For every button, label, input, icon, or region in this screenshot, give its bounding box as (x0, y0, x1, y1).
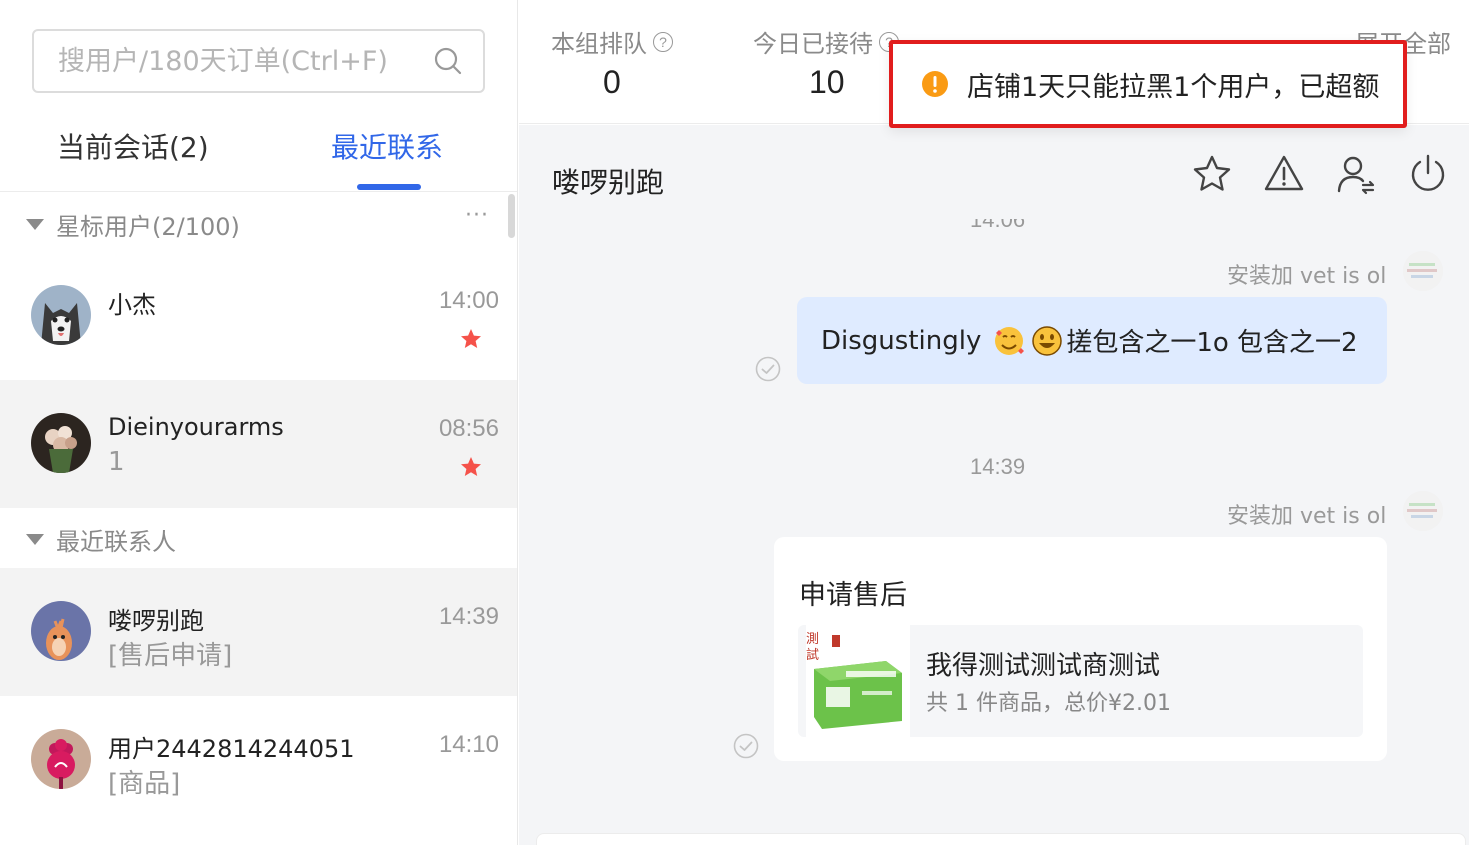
group-label: 星标用户(2/100) (56, 212, 240, 241)
warning-circle-icon (922, 71, 948, 97)
grinning-emoji-icon (1032, 325, 1063, 356)
avatar (31, 729, 91, 789)
stat-queue-value: 0 (603, 64, 621, 100)
conversation-item[interactable]: 喽啰别跑 [售后申请] 14:39 (0, 568, 517, 696)
star-icon[interactable] (459, 327, 483, 351)
avatar (31, 413, 91, 473)
star-outline-icon[interactable] (1191, 153, 1233, 195)
group-label: 最近联系人 (56, 527, 176, 556)
conversation-item[interactable]: Dieinyourarms 1 08:56 (0, 380, 517, 508)
tab-recent-contacts[interactable]: 最近联系 (331, 126, 443, 166)
last-message: [售后申请] (108, 641, 233, 671)
contact-name: 喽啰别跑 (108, 607, 204, 635)
search-box[interactable] (32, 29, 485, 93)
collapse-triangle-icon (26, 533, 44, 545)
card-title: 申请售后 (799, 580, 907, 611)
after-sale-request-card[interactable]: 申请售后 測試 我得测试测试商测试 共 1 件商品，总价¥2.01 (774, 537, 1387, 761)
avatar (31, 601, 91, 661)
error-toast: 店铺1天只能拉黑1个用户，已超额 (889, 40, 1407, 128)
sender-name: 安装加 vet is ol (1227, 504, 1387, 529)
message-time: 14:10 (438, 731, 499, 758)
group-recent-contacts[interactable]: 最近联系人 (0, 508, 517, 570)
active-tab-indicator (357, 184, 421, 190)
message-input-area[interactable] (536, 833, 1466, 845)
product-name: 我得测试测试商测试 (926, 651, 1161, 681)
warning-report-icon[interactable] (1263, 153, 1305, 195)
stat-label-text: 今日已接待 (753, 30, 873, 58)
contact-name: 用户2442814244051 (108, 735, 355, 763)
search-input[interactable] (58, 45, 433, 77)
star-icon[interactable] (459, 455, 483, 479)
sender-name: 安装加 vet is ol (1227, 264, 1387, 289)
message-timestamp: 14:06 (970, 219, 1026, 232)
avatar (31, 285, 91, 345)
message-timestamp: 14:39 (970, 454, 1026, 479)
svg-text:測: 測 (806, 632, 819, 647)
chat-title: 喽啰别跑 (552, 166, 665, 199)
read-check-icon (755, 356, 781, 382)
product-summary: 共 1 件商品，总价¥2.01 (926, 691, 1171, 716)
toast-message: 店铺1天只能拉黑1个用户，已超额 (967, 71, 1380, 103)
product-thumbnail: 測試 (806, 625, 910, 737)
more-options-icon[interactable]: ··· (465, 203, 489, 228)
message-text: 搓包含之一1o 包含之一2 (1066, 328, 1358, 358)
contact-name: 小杰 (108, 291, 156, 319)
message-time: 08:56 (438, 415, 499, 442)
agent-avatar (1403, 491, 1443, 531)
chat-panel: 喽啰别跑 14:06 安装加 vet is ol Disgustingly 搓包… (519, 125, 1469, 845)
stat-received-value: 10 (809, 64, 845, 100)
conversation-item[interactable]: 小杰 14:00 (0, 252, 517, 380)
message-time: 14:00 (438, 287, 499, 314)
transfer-user-icon[interactable] (1335, 153, 1377, 195)
svg-text:試: 試 (806, 647, 819, 663)
collapse-triangle-icon (26, 218, 44, 230)
search-icon[interactable] (433, 46, 463, 76)
conversation-sidebar: 当前会话(2) 最近联系 星标用户(2/100) ··· 小杰 14:00 Di… (0, 0, 518, 845)
group-starred-users[interactable]: 星标用户(2/100) ··· (0, 193, 517, 255)
chat-actions (1191, 153, 1449, 195)
sidebar-scrollbar[interactable] (508, 194, 515, 238)
last-message: [商品] (108, 769, 181, 799)
clipped-timestamp-area: 14:06 (519, 219, 1469, 237)
conversation-tabs: 当前会话(2) 最近联系 (0, 110, 517, 192)
conversation-item[interactable]: 用户2442814244051 [商品] 14:10 (0, 696, 517, 824)
smiling-hearts-emoji-icon (995, 326, 1025, 355)
message-text: Disgustingly (821, 325, 982, 356)
product-item[interactable]: 測試 我得测试测试商测试 共 1 件商品，总价¥2.01 (798, 625, 1363, 737)
help-icon[interactable]: ? (653, 31, 673, 52)
power-end-icon[interactable] (1407, 153, 1449, 195)
tab-current-sessions[interactable]: 当前会话(2) (57, 126, 209, 166)
stat-received-label: 今日已接待 ? (753, 24, 899, 59)
message-time: 14:39 (438, 603, 499, 630)
message-bubble[interactable]: Disgustingly 搓包含之一1o 包含之一2 (797, 297, 1387, 384)
agent-avatar (1403, 251, 1443, 291)
last-message: 1 (108, 447, 125, 477)
contact-name: Dieinyourarms (108, 413, 284, 441)
read-check-icon (733, 733, 759, 759)
stat-label-text: 本组排队 (551, 30, 647, 58)
stat-queue-label: 本组排队 ? (551, 24, 673, 59)
